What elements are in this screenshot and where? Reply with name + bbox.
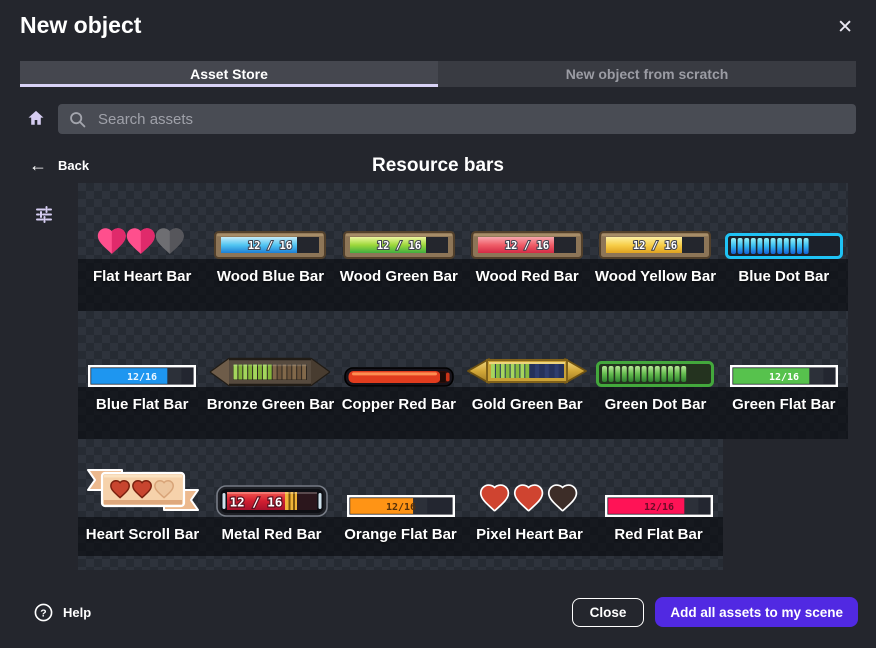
asset-preview: 12/16 xyxy=(605,439,713,519)
asset-preview xyxy=(725,183,843,261)
asset-tile-heart-scroll-bar[interactable]: Heart Scroll Bar xyxy=(78,439,207,549)
asset-preview xyxy=(82,439,204,519)
svg-text:12/16: 12/16 xyxy=(643,502,673,513)
asset-label: Metal Red Bar xyxy=(221,519,321,549)
close-icon[interactable]: ✕ xyxy=(833,14,857,41)
asset-preview: 12/16 xyxy=(88,311,196,389)
asset-preview xyxy=(95,183,189,261)
asset-tile-wood-green-bar[interactable]: 12 / 16 Wood Green Bar xyxy=(335,183,463,291)
svg-text:12/16: 12/16 xyxy=(127,372,157,383)
asset-row: Heart Scroll Bar 12 / 16 Metal Red Bar 12… xyxy=(78,439,723,570)
asset-label: Wood Blue Bar xyxy=(217,261,324,291)
asset-label: Green Dot Bar xyxy=(605,389,707,419)
help-icon: ? xyxy=(34,603,53,622)
asset-tile-flat-heart-bar[interactable]: Flat Heart Bar xyxy=(78,183,206,291)
asset-label: Wood Green Bar xyxy=(340,261,458,291)
svg-text:12 / 16: 12 / 16 xyxy=(505,240,549,252)
asset-preview xyxy=(596,311,714,389)
search-row xyxy=(20,104,856,134)
asset-tile-metal-red-bar[interactable]: 12 / 16 Metal Red Bar xyxy=(207,439,336,549)
asset-label: Blue Flat Bar xyxy=(96,389,189,419)
tab-asset-store-label: Asset Store xyxy=(190,66,268,82)
asset-label: Wood Red Bar xyxy=(476,261,579,291)
asset-tile-orange-flat-bar[interactable]: 12/16 Orange Flat Bar xyxy=(336,439,465,549)
asset-preview: 12 / 16 xyxy=(343,183,455,261)
asset-preview xyxy=(209,311,331,389)
asset-preview xyxy=(344,311,454,389)
close-button[interactable]: Close xyxy=(572,598,645,627)
asset-preview: 12/16 xyxy=(730,311,838,389)
asset-label: Green Flat Bar xyxy=(732,389,835,419)
asset-tile-wood-yellow-bar[interactable]: 12 / 16 Wood Yellow Bar xyxy=(591,183,719,291)
tab-from-scratch-label: New object from scratch xyxy=(566,66,729,82)
asset-tile-pixel-heart-bar[interactable]: Pixel Heart Bar xyxy=(465,439,594,549)
tab-asset-store[interactable]: Asset Store xyxy=(20,61,438,87)
asset-label: Blue Dot Bar xyxy=(738,261,829,291)
section-title: Resource bars xyxy=(0,155,876,177)
svg-text:12 / 16: 12 / 16 xyxy=(377,240,421,252)
asset-label: Gold Green Bar xyxy=(472,389,583,419)
asset-tile-bronze-green-bar[interactable]: Bronze Green Bar xyxy=(206,311,334,419)
asset-row: 12/16 Blue Flat Bar Bronze Green Bar Copp… xyxy=(78,311,848,439)
help-label: Help xyxy=(63,605,91,620)
asset-row: Flat Heart Bar 12 / 16 Wood Blue Bar 12 /… xyxy=(78,183,848,311)
asset-preview: 12 / 16 xyxy=(471,183,583,261)
asset-tile-gold-green-bar[interactable]: Gold Green Bar xyxy=(463,311,591,419)
page-title: New object xyxy=(20,12,141,39)
svg-text:12 / 16: 12 / 16 xyxy=(229,495,282,510)
search-input[interactable] xyxy=(58,104,856,134)
asset-tile-green-dot-bar[interactable]: Green Dot Bar xyxy=(591,311,719,419)
asset-preview: 12 / 16 xyxy=(216,439,328,519)
add-all-assets-button[interactable]: Add all assets to my scene xyxy=(655,597,858,627)
asset-tile-blue-dot-bar[interactable]: Blue Dot Bar xyxy=(720,183,848,291)
asset-label: Wood Yellow Bar xyxy=(595,261,716,291)
asset-label: Copper Red Bar xyxy=(342,389,456,419)
tab-bar: Asset Store New object from scratch xyxy=(20,61,856,87)
asset-label: Pixel Heart Bar xyxy=(476,519,583,549)
asset-tile-copper-red-bar[interactable]: Copper Red Bar xyxy=(335,311,463,419)
asset-label: Orange Flat Bar xyxy=(344,519,457,549)
help-button[interactable]: ? Help xyxy=(28,602,97,623)
asset-label: Red Flat Bar xyxy=(614,519,702,549)
asset-tile-blue-flat-bar[interactable]: 12/16 Blue Flat Bar xyxy=(78,311,206,419)
footer-actions: Close Add all assets to my scene xyxy=(572,597,858,627)
asset-preview xyxy=(476,439,584,519)
svg-text:12 / 16: 12 / 16 xyxy=(633,240,677,252)
asset-tile-wood-red-bar[interactable]: 12 / 16 Wood Red Bar xyxy=(463,183,591,291)
svg-text:12/16: 12/16 xyxy=(769,372,799,383)
svg-text:?: ? xyxy=(40,608,46,619)
search-icon xyxy=(68,110,87,129)
asset-preview: 12 / 16 xyxy=(214,183,326,261)
asset-tile-wood-blue-bar[interactable]: 12 / 16 Wood Blue Bar xyxy=(206,183,334,291)
asset-label: Flat Heart Bar xyxy=(93,261,191,291)
asset-label: Bronze Green Bar xyxy=(207,389,335,419)
svg-text:12 / 16: 12 / 16 xyxy=(248,240,292,252)
asset-label: Heart Scroll Bar xyxy=(86,519,199,549)
tab-new-object-from-scratch[interactable]: New object from scratch xyxy=(438,61,856,87)
asset-preview: 12/16 xyxy=(347,439,455,519)
asset-preview xyxy=(466,311,588,389)
home-icon xyxy=(27,109,45,130)
home-button[interactable] xyxy=(27,109,45,130)
filter-button[interactable] xyxy=(33,203,55,228)
active-tab-indicator xyxy=(20,84,438,87)
search-input-field[interactable] xyxy=(96,110,846,129)
asset-tile-green-flat-bar[interactable]: 12/16 Green Flat Bar xyxy=(720,311,848,419)
asset-tile-red-flat-bar[interactable]: 12/16 Red Flat Bar xyxy=(594,439,723,549)
filter-sliders-icon xyxy=(33,213,55,228)
asset-preview: 12 / 16 xyxy=(599,183,711,261)
svg-text:12/16: 12/16 xyxy=(385,502,415,513)
